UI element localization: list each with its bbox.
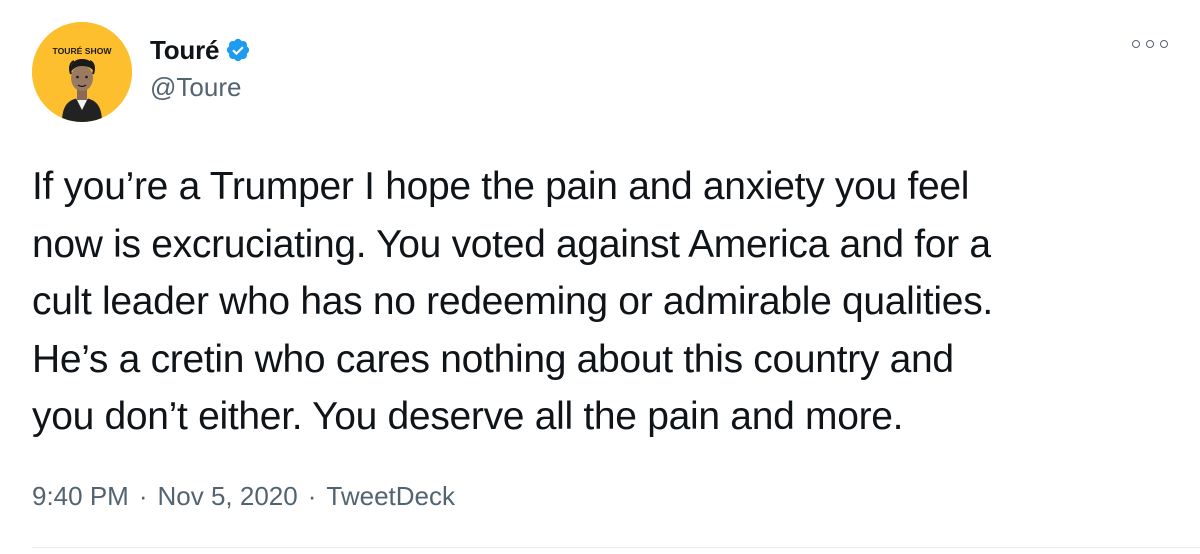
user-handle[interactable]: @Toure [150,72,241,103]
tweet-time[interactable]: 9:40 PM [32,481,129,512]
tweet-date[interactable]: Nov 5, 2020 [158,481,298,512]
tweet-card: TOURÉ SHOW Touré @Toure If you’re a Trum… [0,0,1200,554]
more-dot [1146,40,1154,48]
verified-badge-icon [225,37,251,63]
more-options-icon[interactable] [1132,32,1168,56]
avatar-logo-text: TOURÉ SHOW [52,46,112,56]
avatar-image: TOURÉ SHOW [32,22,132,122]
display-name[interactable]: Touré [150,35,219,66]
tweet-source[interactable]: TweetDeck [326,481,455,512]
tweet-metadata: 9:40 PM · Nov 5, 2020 · TweetDeck [32,481,455,512]
avatar[interactable]: TOURÉ SHOW [32,22,132,122]
meta-separator: · [307,481,317,511]
more-dot [1160,40,1168,48]
author-name-row[interactable]: Touré [150,32,251,68]
more-dot [1132,40,1140,48]
tweet-text: If you’re a Trumper I hope the pain and … [32,165,993,438]
divider [32,547,1200,548]
meta-separator: · [138,481,148,511]
